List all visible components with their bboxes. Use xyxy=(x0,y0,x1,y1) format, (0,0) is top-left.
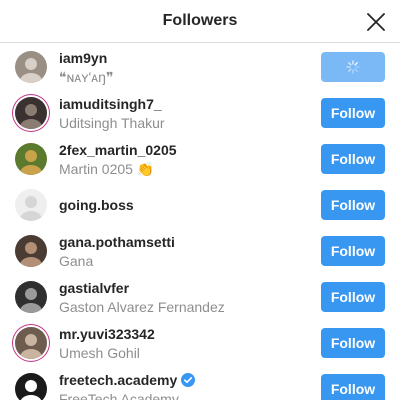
username[interactable]: gastialvfer xyxy=(59,280,129,296)
verified-badge-icon xyxy=(181,373,196,387)
full-name: Umesh Gohil xyxy=(59,345,140,361)
follower-row[interactable]: gana.pothamsetti Gana Follow xyxy=(0,228,400,274)
avatar[interactable] xyxy=(15,97,47,129)
followers-list[interactable]: iam9yn ❝ɴᴀʏ'ᴀŋ❞ iamuditsingh7_ Uditsingh Th… xyxy=(0,44,400,400)
close-icon[interactable] xyxy=(364,10,388,34)
avatar[interactable] xyxy=(15,235,47,267)
username-text: freetech.academy xyxy=(59,372,178,388)
avatar[interactable] xyxy=(15,51,47,83)
follow-button[interactable]: Follow xyxy=(321,374,385,400)
avatar[interactable] xyxy=(15,189,47,221)
full-name: FreeTech Academy xyxy=(59,391,179,400)
follower-row[interactable]: 2fex_martin_0205 Martin 0205 👏 Follow xyxy=(0,136,400,182)
username[interactable]: mr.yuvi323342 xyxy=(59,326,155,342)
username[interactable]: freetech.academy xyxy=(59,372,196,388)
full-name: Gaston Alvarez Fernandez xyxy=(59,299,225,315)
dialog-header: Followers xyxy=(0,0,400,43)
avatar[interactable] xyxy=(15,373,47,400)
full-name: Gana xyxy=(59,253,94,269)
avatar[interactable] xyxy=(15,143,47,175)
username[interactable]: going.boss xyxy=(59,197,134,213)
username[interactable]: iamuditsingh7_ xyxy=(59,96,162,112)
dialog-title: Followers xyxy=(162,12,238,29)
username[interactable]: gana.pothamsetti xyxy=(59,234,175,250)
follow-button-loading[interactable] xyxy=(321,52,385,82)
avatar[interactable] xyxy=(15,327,47,359)
follower-row[interactable]: gastialvfer Gaston Alvarez Fernandez Follo… xyxy=(0,274,400,320)
username[interactable]: iam9yn xyxy=(59,50,107,66)
follower-row[interactable]: iamuditsingh7_ Uditsingh Thakur Follow xyxy=(0,90,400,136)
follower-row[interactable]: iam9yn ❝ɴᴀʏ'ᴀŋ❞ xyxy=(0,44,400,90)
follow-button[interactable]: Follow xyxy=(321,98,385,128)
follower-row[interactable]: freetech.academy FreeTech Academy Follow xyxy=(0,366,400,400)
full-name: Martin 0205 👏 xyxy=(59,161,155,177)
follow-button[interactable]: Follow xyxy=(321,236,385,266)
follow-button[interactable]: Follow xyxy=(321,282,385,312)
username[interactable]: 2fex_martin_0205 xyxy=(59,142,177,158)
follower-row[interactable]: going.boss Follow xyxy=(0,182,400,228)
full-name: Uditsingh Thakur xyxy=(59,115,165,131)
avatar[interactable] xyxy=(15,281,47,313)
follow-button[interactable]: Follow xyxy=(321,144,385,174)
spinner-icon xyxy=(346,60,360,74)
follow-button[interactable]: Follow xyxy=(321,328,385,358)
followers-dialog: Followers iam9yn ❝ɴᴀʏ'ᴀŋ❞ iamuditsingh7_ Ud… xyxy=(0,0,400,400)
full-name: ❝ɴᴀʏ'ᴀŋ❞ xyxy=(59,69,114,85)
follow-button[interactable]: Follow xyxy=(321,190,385,220)
follower-row[interactable]: mr.yuvi323342 Umesh Gohil Follow xyxy=(0,320,400,366)
